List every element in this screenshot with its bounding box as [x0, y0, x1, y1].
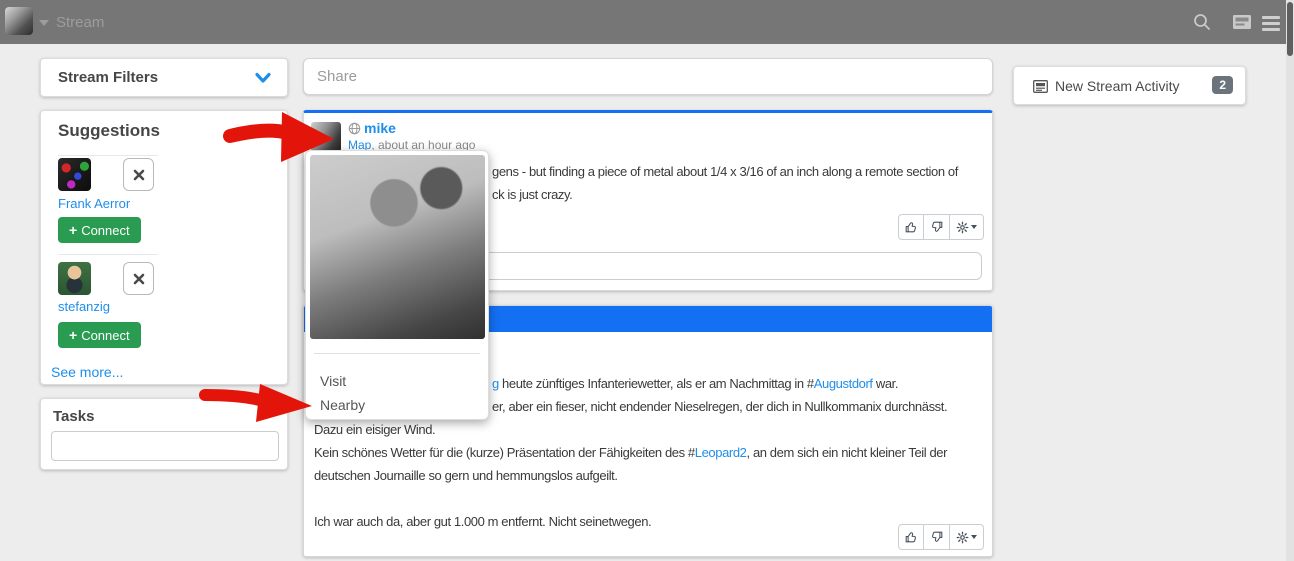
connect-button-label: Connect [81, 223, 129, 238]
profile-hovercard: Visit Nearby [305, 150, 489, 420]
post-actions [898, 214, 984, 240]
connect-button-label: Connect [81, 328, 129, 343]
dismiss-suggestion-button[interactable] [123, 262, 154, 295]
dislike-button[interactable] [924, 524, 950, 550]
scrollbar-track[interactable] [1286, 0, 1294, 561]
suggestion-name-link[interactable]: Frank Aerror [58, 196, 130, 211]
mention-link[interactable]: g [492, 376, 499, 391]
like-button[interactable] [898, 524, 924, 550]
hashtag-link[interactable]: Augustdorf [814, 376, 873, 391]
post-body-line: er, aber ein fieser, nicht endender Nies… [492, 395, 947, 418]
connect-button[interactable]: + Connect [58, 322, 141, 348]
suggestion-avatar[interactable] [58, 262, 91, 295]
user-avatar[interactable] [5, 7, 33, 35]
plus-icon: + [69, 222, 77, 238]
search-icon[interactable] [1192, 12, 1214, 32]
divider [58, 155, 158, 156]
like-button[interactable] [898, 214, 924, 240]
divider [58, 254, 158, 255]
top-navbar: Stream [0, 0, 1294, 44]
dislike-button[interactable] [924, 214, 950, 240]
page-title: Stream [56, 14, 104, 31]
chevron-down-icon[interactable] [255, 71, 271, 89]
new-stream-activity-card[interactable]: New Stream Activity 2 [1013, 66, 1246, 105]
task-input[interactable] [51, 431, 279, 461]
plus-icon: + [69, 327, 77, 343]
post-settings-button[interactable] [950, 524, 984, 550]
see-more-link[interactable]: See more... [51, 364, 123, 380]
suggestion-avatar[interactable] [58, 158, 91, 191]
post-body-line: Dazu ein eisiger Wind. [314, 418, 435, 441]
post-author-link[interactable]: mike [364, 120, 396, 136]
chevron-down-icon[interactable] [39, 20, 49, 26]
tasks-card: Tasks [40, 398, 288, 470]
suggestions-card: Suggestions Frank Aerror + Connect stefa… [40, 110, 288, 385]
suggestions-title: Suggestions [58, 121, 160, 141]
post-body-line: Kein schönes Wetter für die (kurze) Präs… [314, 441, 947, 464]
hovercard-menu-item-visit[interactable]: Visit [306, 369, 488, 393]
post-settings-button[interactable] [950, 214, 984, 240]
share-box [303, 58, 993, 95]
menu-icon[interactable] [1262, 16, 1280, 34]
scrollbar-thumb[interactable] [1287, 2, 1293, 56]
new-stream-activity-label: New Stream Activity [1055, 78, 1179, 94]
share-input[interactable] [304, 59, 992, 94]
post-body-line: ck is just crazy. [492, 183, 572, 206]
post-body-line: g heute zünftiges Infanteriewetter, als … [492, 372, 898, 395]
post-author-avatar[interactable] [311, 122, 341, 152]
stream-filters-title: Stream Filters [58, 69, 158, 86]
post-body-line: gens - but finding a piece of metal abou… [492, 160, 958, 183]
post-body-line: Ich war auch da, aber gut 1.000 m entfer… [314, 510, 651, 533]
dismiss-suggestion-button[interactable] [123, 158, 154, 191]
stream-filters-card: Stream Filters [40, 58, 288, 97]
post-body-line: deutschen Journaille so gern und hemmung… [314, 464, 618, 487]
stream-panel-icon[interactable] [1232, 14, 1254, 34]
stream-activity-icon [1033, 80, 1048, 98]
connect-button[interactable]: + Connect [58, 217, 141, 243]
post-actions [898, 524, 984, 550]
screen: Stream Stream Filters Suggestions Frank … [0, 0, 1294, 561]
chevron-down-icon [971, 225, 977, 229]
hashtag-link[interactable]: Leopard2 [695, 445, 747, 460]
tasks-title: Tasks [53, 408, 94, 425]
profile-photo[interactable] [310, 155, 485, 339]
hovercard-menu-item-nearby[interactable]: Nearby [306, 393, 488, 417]
divider [314, 353, 480, 354]
chevron-down-icon [971, 535, 977, 539]
suggestion-name-link[interactable]: stefanzig [58, 299, 110, 314]
activity-count-badge: 2 [1212, 76, 1233, 94]
